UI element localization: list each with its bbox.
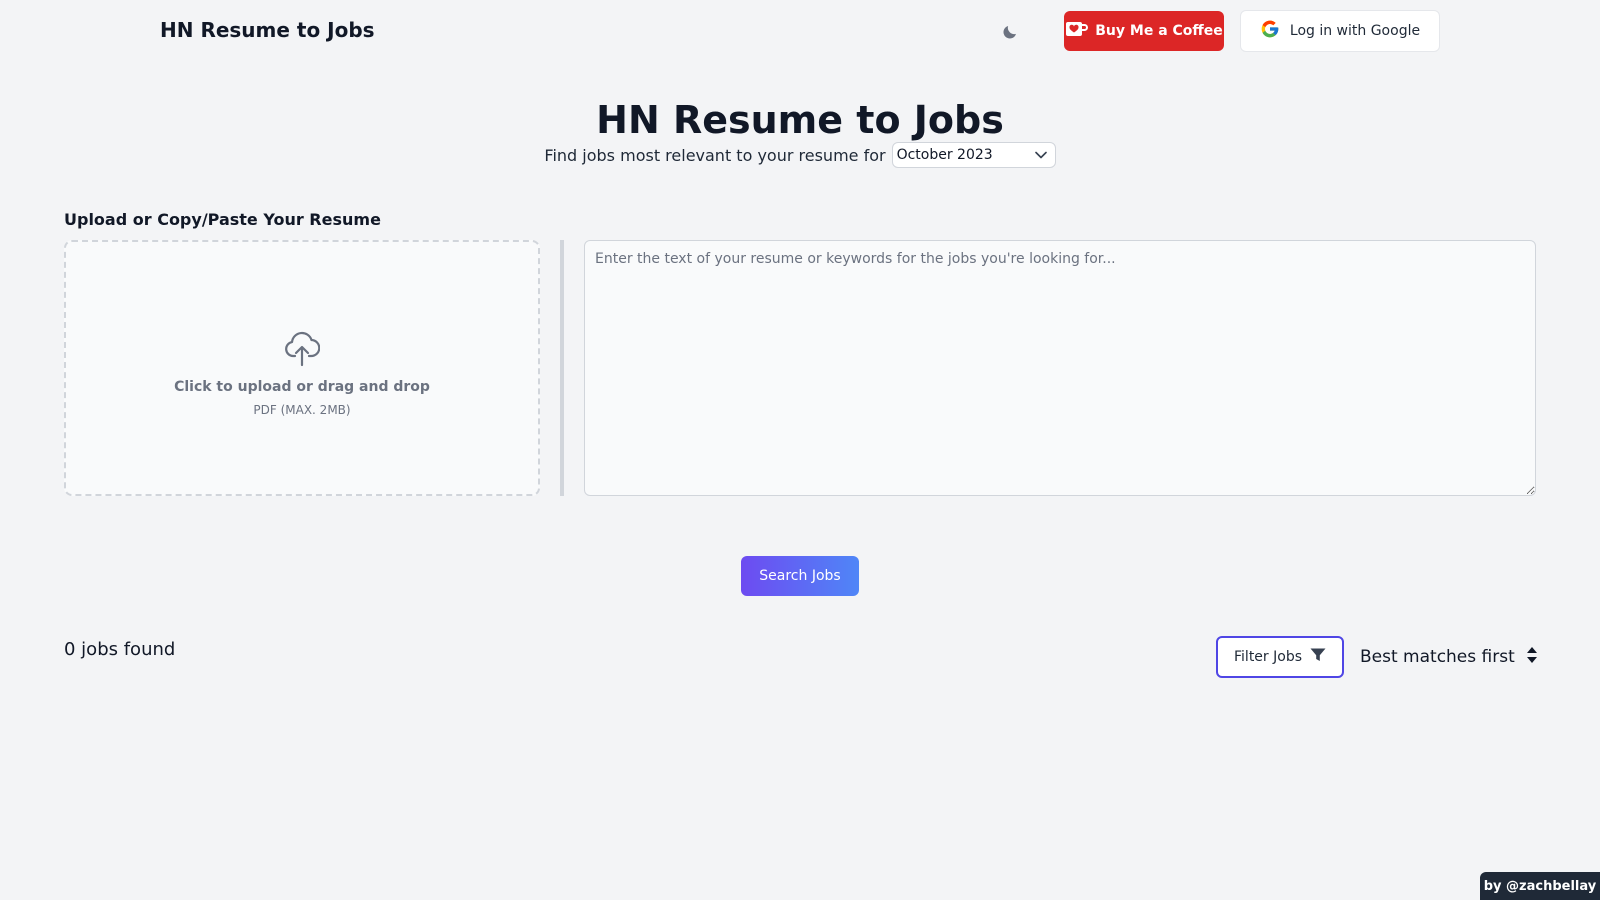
author-credit-link[interactable]: by @zachbellay [1480, 872, 1600, 900]
dropzone-main-text: Click to upload or drag and drop [174, 379, 430, 395]
sort-select[interactable]: Best matches first [1360, 644, 1538, 670]
cloud-upload-icon [284, 329, 321, 371]
filter-funnel-icon [1310, 648, 1326, 666]
filter-jobs-button[interactable]: Filter Jobs [1216, 636, 1344, 678]
page-title: HN Resume to Jobs [596, 98, 1004, 142]
hero-subtitle: Find jobs most relevant to your resume f… [544, 145, 886, 165]
search-jobs-button[interactable]: Search Jobs [741, 556, 859, 596]
resume-dropzone[interactable]: Click to upload or drag and drop PDF (MA… [64, 240, 540, 496]
month-select-value: October 2023 [896, 147, 993, 163]
top-bar: HN Resume to Jobs Buy Me a Coffee Log in… [0, 0, 1600, 62]
vertical-divider [560, 240, 564, 496]
hero-subtitle-row: Find jobs most relevant to your resume f… [0, 142, 1600, 168]
google-logo-icon [1260, 19, 1280, 43]
google-button-label: Log in with Google [1289, 23, 1421, 39]
jobs-found-count: 0 jobs found [64, 639, 176, 660]
coffee-button-label: Buy Me a Coffee [1095, 23, 1223, 39]
filter-button-label: Filter Jobs [1234, 649, 1302, 665]
month-select[interactable]: October 2023 [891, 142, 1056, 168]
brand-title[interactable]: HN Resume to Jobs [160, 18, 375, 42]
moon-icon[interactable] [998, 20, 1022, 44]
buy-me-a-coffee-button[interactable]: Buy Me a Coffee [1064, 11, 1224, 51]
resume-text-input[interactable] [584, 240, 1536, 496]
upload-section-label: Upload or Copy/Paste Your Resume [64, 210, 381, 229]
sort-arrows-icon [1526, 646, 1538, 669]
dropzone-hint-text: PDF (MAX. 2MB) [253, 403, 351, 417]
sort-select-value: Best matches first [1360, 647, 1515, 667]
google-login-button[interactable]: Log in with Google [1240, 10, 1440, 52]
chevron-down-icon [1034, 147, 1047, 163]
coffee-cup-icon [1065, 20, 1089, 42]
